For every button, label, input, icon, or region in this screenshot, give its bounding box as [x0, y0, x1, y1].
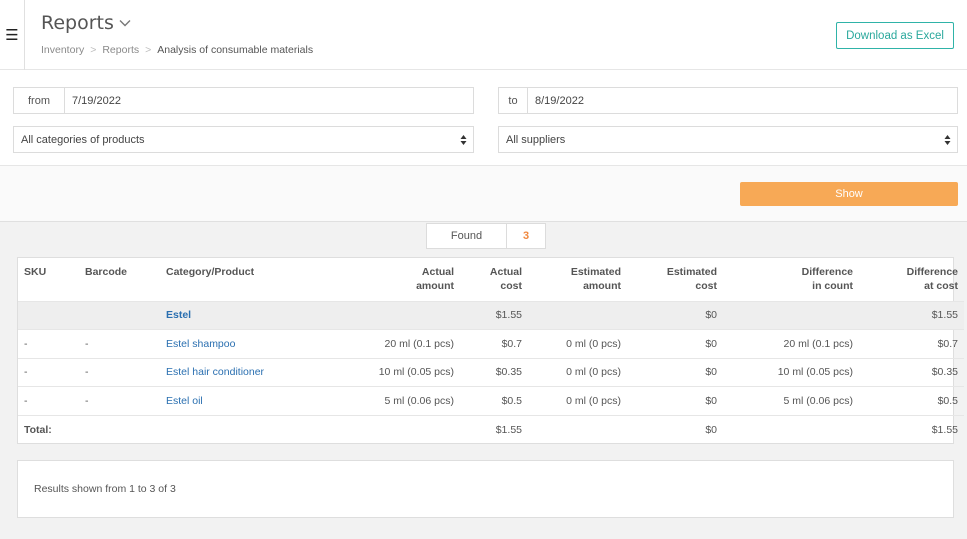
cell-sku: - — [18, 329, 79, 358]
col-header-actual-cost[interactable]: Actual cost — [460, 258, 528, 301]
hamburger-icon[interactable]: ☰ — [0, 0, 25, 70]
cell-estimated-amount: 0 ml (0 pcs) — [528, 329, 627, 358]
show-bar: Show — [0, 166, 967, 222]
product-link[interactable]: Estel shampoo — [160, 329, 350, 358]
cell-actual-amount: 20 ml (0.1 pcs) — [350, 329, 460, 358]
table-header-row: SKU Barcode Category/Product Actual amoun… — [18, 258, 964, 301]
group-estimated-cost: $0 — [627, 300, 723, 330]
breadcrumb-separator: > — [145, 44, 152, 56]
cell-diff-cost: $0.7 — [859, 329, 964, 358]
date-from-label: from — [14, 88, 65, 113]
product-link[interactable]: Estel oil — [160, 386, 350, 415]
show-button[interactable]: Show — [740, 182, 958, 206]
cell-barcode: - — [79, 329, 160, 358]
results-summary: Results shown from 1 to 3 of 3 — [17, 460, 954, 518]
category-select-value: All categories of products — [21, 133, 145, 146]
filters-panel: from 7/19/2022 to 8/19/2022 All categori… — [0, 70, 967, 166]
col-header-sku[interactable]: SKU — [18, 258, 79, 301]
cell-estimated-cost: $0 — [627, 386, 723, 415]
cell-sku: - — [18, 386, 79, 415]
cell-actual-amount: 5 ml (0.06 pcs) — [350, 386, 460, 415]
col-header-difference-cost[interactable]: Difference at cost — [859, 258, 964, 301]
total-estimated-cost: $0 — [627, 414, 723, 444]
table-group-row: Estel $1.55 $0 $1.55 — [18, 300, 964, 330]
col-header-category[interactable]: Category/Product — [160, 258, 350, 301]
cell-actual-amount: 10 ml (0.05 pcs) — [350, 357, 460, 387]
cell-barcode: - — [79, 386, 160, 415]
total-label: Total: — [18, 414, 79, 444]
report-table: SKU Barcode Category/Product Actual amoun… — [17, 257, 964, 444]
total-diff-cost: $1.55 — [859, 414, 964, 444]
breadcrumb-reports[interactable]: Reports — [102, 44, 139, 56]
download-excel-button[interactable]: Download as Excel — [836, 22, 954, 49]
date-to-input[interactable]: 8/19/2022 — [528, 88, 957, 113]
found-count: 3 — [522, 230, 530, 242]
group-name-link[interactable]: Estel — [160, 300, 350, 330]
table-row: - - Estel shampoo 20 ml (0.1 pcs) $0.7 0… — [18, 329, 964, 358]
found-label: Found — [427, 224, 507, 248]
table-row: - - Estel oil 5 ml (0.06 pcs) $0.5 0 ml … — [18, 386, 964, 415]
cell-sku: - — [18, 357, 79, 387]
supplier-select-value: All suppliers — [506, 133, 566, 146]
group-diff-cost: $1.55 — [859, 300, 964, 330]
group-actual-cost: $1.55 — [460, 300, 528, 330]
col-header-actual-amount[interactable]: Actual amount — [350, 258, 460, 301]
table-row: - - Estel hair conditioner 10 ml (0.05 p… — [18, 357, 964, 387]
cell-actual-cost: $0.5 — [460, 386, 528, 415]
cell-diff-count: 10 ml (0.05 pcs) — [723, 357, 859, 387]
cell-estimated-amount: 0 ml (0 pcs) — [528, 357, 627, 387]
cell-actual-cost: $0.7 — [460, 329, 528, 358]
cell-diff-count: 20 ml (0.1 pcs) — [723, 329, 859, 358]
col-header-difference-count[interactable]: Difference in count — [723, 258, 859, 301]
cell-actual-cost: $0.35 — [460, 357, 528, 387]
breadcrumb: Inventory > Reports > Analysis of consumable… — [41, 44, 313, 56]
sort-arrows-icon — [944, 135, 951, 145]
date-from-input[interactable]: 7/19/2022 — [65, 88, 473, 113]
col-header-estimated-amount[interactable]: Estimated amount — [528, 258, 627, 301]
cell-diff-cost: $0.5 — [859, 386, 964, 415]
col-header-estimated-cost[interactable]: Estimated cost — [627, 258, 723, 301]
cell-barcode: - — [79, 357, 160, 387]
total-actual-cost: $1.55 — [460, 414, 528, 444]
sort-arrows-icon — [460, 135, 467, 145]
supplier-select[interactable]: All suppliers — [498, 126, 958, 153]
date-from-field[interactable]: from 7/19/2022 — [13, 87, 474, 114]
cell-estimated-cost: $0 — [627, 357, 723, 387]
results-text: Results shown from 1 to 3 of 3 — [34, 483, 176, 495]
date-to-label: to — [499, 88, 528, 113]
category-select[interactable]: All categories of products — [13, 126, 474, 153]
breadcrumb-current: Analysis of consumable materials — [157, 44, 314, 56]
breadcrumb-separator: > — [90, 44, 97, 56]
product-link[interactable]: Estel hair conditioner — [160, 357, 350, 387]
top-bar: ☰ Reports Inventory > Reports > Analysis of … — [0, 0, 967, 70]
cell-diff-count: 5 ml (0.06 pcs) — [723, 386, 859, 415]
cell-estimated-cost: $0 — [627, 329, 723, 358]
found-counter: Found 3 — [426, 223, 546, 249]
cell-diff-cost: $0.35 — [859, 357, 964, 387]
page-title: Reports — [41, 12, 114, 34]
cell-estimated-amount: 0 ml (0 pcs) — [528, 386, 627, 415]
chevron-down-icon[interactable] — [118, 16, 132, 30]
breadcrumb-inventory[interactable]: Inventory — [41, 44, 84, 56]
table-total-row: Total: $1.55 $0 $1.55 — [18, 414, 964, 444]
col-header-barcode[interactable]: Barcode — [79, 258, 160, 301]
date-to-field[interactable]: to 8/19/2022 — [498, 87, 958, 114]
